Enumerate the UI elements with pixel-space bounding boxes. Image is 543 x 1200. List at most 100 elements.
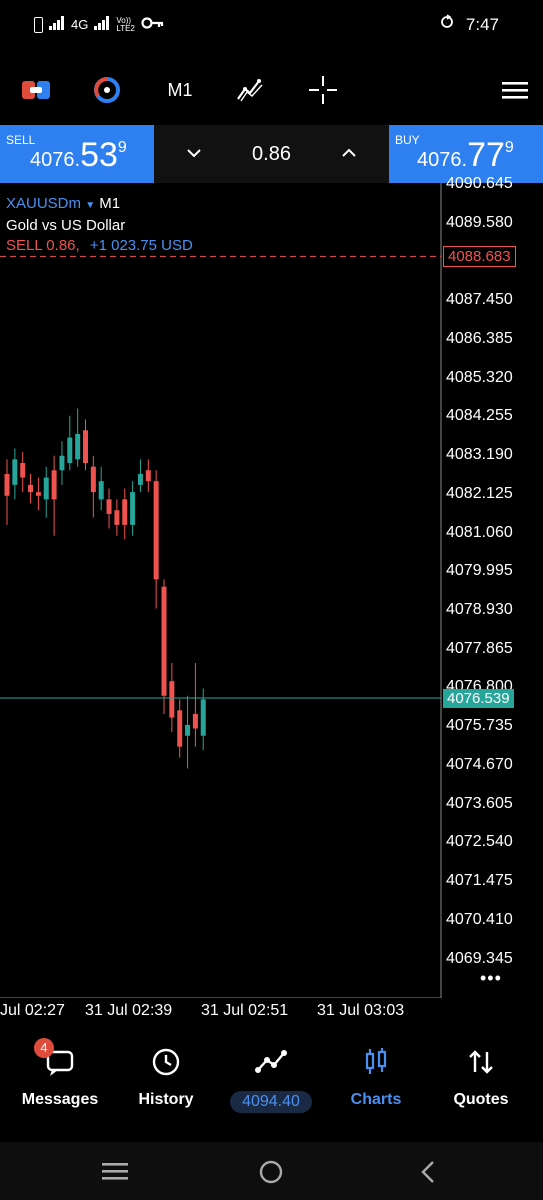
sell-button[interactable]: SELL 4076.539 — [0, 125, 154, 183]
price-axis-label: 4069.345 — [446, 949, 513, 967]
candle-body — [145, 470, 151, 482]
nav-history[interactable]: History — [112, 1046, 220, 1109]
candle-body — [106, 499, 112, 514]
candle-body — [200, 699, 206, 736]
time-label: 31 Jul 02:51 — [201, 1002, 289, 1019]
chart-toolbar: M1 — [0, 62, 543, 116]
nav-messages-label: Messages — [21, 1091, 99, 1108]
price-axis-label: 4081.060 — [446, 523, 513, 541]
candle-body — [137, 473, 143, 485]
one-click-trading-icon[interactable] — [20, 74, 52, 106]
price-axis-label: 4086.385 — [446, 329, 513, 347]
candle-body — [35, 492, 41, 496]
price-axis-label: 4085.320 — [446, 368, 513, 386]
candle-body — [28, 484, 34, 493]
indicators-icon[interactable] — [90, 74, 124, 106]
candle-body — [130, 492, 136, 525]
volume-value[interactable]: 0.86 — [252, 143, 291, 166]
price-axis-label: 4087.450 — [446, 291, 513, 309]
buy-price: 4076.779 — [417, 136, 514, 174]
volte-indicator: Vo)) LTE2 — [116, 15, 135, 33]
timeframe-button[interactable]: M1 — [160, 74, 200, 106]
current-price-tag: 4076.539 — [443, 689, 514, 708]
chart-info: XAUUSDm ▼ M1 Gold vs US Dollar SELL 0.86… — [6, 194, 193, 256]
network-type: 4G — [71, 17, 89, 32]
recent-apps-icon[interactable] — [102, 1161, 128, 1186]
candle-body — [75, 433, 81, 460]
status-left: 4G Vo)) LTE2 — [34, 16, 165, 33]
nav-charts[interactable]: Charts — [322, 1046, 430, 1109]
position-price-tag: 4088.683 — [443, 246, 516, 267]
messages-badge: 4 — [34, 1038, 54, 1058]
sync-icon — [440, 14, 454, 35]
candle-body — [185, 724, 191, 736]
symbol-name[interactable]: XAUUSDm — [6, 195, 81, 212]
quotes-icon — [465, 1050, 497, 1082]
bottom-navigation: 4 Messages History 4094.40 Charts Quotes — [0, 1032, 543, 1142]
price-axis-label: 4071.475 — [446, 872, 513, 890]
more-options-icon[interactable]: ••• — [480, 968, 502, 989]
home-icon[interactable] — [258, 1159, 284, 1190]
sell-price: 4076.539 — [30, 136, 127, 174]
symbol-dropdown-icon[interactable]: ▼ — [85, 200, 95, 211]
buy-label: BUY — [395, 133, 420, 147]
volume-decrease-button[interactable] — [186, 145, 202, 163]
candle-body — [83, 430, 88, 464]
charts-icon — [360, 1048, 392, 1082]
status-right: 7:47 — [440, 14, 499, 35]
price-axis-label: 4074.670 — [446, 755, 513, 773]
candle-body — [169, 681, 175, 718]
candle-body — [90, 466, 96, 493]
candle-body — [59, 455, 65, 471]
nav-history-label: History — [138, 1091, 194, 1108]
price-axis-label: 4084.255 — [446, 407, 513, 425]
volume-control: 0.86 — [154, 125, 389, 183]
equity-value: 4094.40 — [230, 1091, 312, 1113]
candle-body — [98, 481, 104, 500]
time-label: 31 Jul 02:39 — [85, 1002, 173, 1019]
objects-icon[interactable] — [232, 74, 268, 106]
price-axis-label: 4082.125 — [446, 484, 513, 502]
candle-body — [67, 437, 73, 464]
nav-charts-label: Charts — [350, 1091, 402, 1108]
volume-increase-button[interactable] — [341, 145, 357, 163]
history-icon — [150, 1048, 182, 1082]
nav-quotes-label: Quotes — [453, 1091, 509, 1108]
nav-trade[interactable]: 4094.40 — [217, 1046, 325, 1113]
nav-quotes[interactable]: Quotes — [427, 1046, 535, 1109]
time-label: 31 Jul 03:03 — [317, 1002, 405, 1019]
price-axis-label: 4075.735 — [446, 717, 513, 735]
position-profit: +1 023.75 USD — [89, 237, 193, 254]
candle-body — [20, 463, 26, 478]
position-side: SELL 0.86, — [6, 237, 80, 254]
symbol-description: Gold vs US Dollar — [6, 217, 126, 234]
menu-icon[interactable] — [498, 74, 532, 106]
candle-body — [161, 586, 167, 696]
price-axis-label: 4070.410 — [446, 910, 513, 928]
candle-body — [114, 510, 120, 525]
price-axis-label: 4089.580 — [446, 213, 513, 231]
trade-icon — [255, 1050, 287, 1082]
candle-body — [153, 481, 159, 580]
price-axis-label: 4079.995 — [446, 562, 513, 580]
nav-messages[interactable]: 4 Messages — [6, 1038, 114, 1109]
price-axis-label: 4073.605 — [446, 794, 513, 812]
price-axis-label: 4078.930 — [446, 601, 513, 619]
price-axis-label: 4083.190 — [446, 446, 513, 464]
candle-body — [122, 499, 128, 525]
candle-body — [192, 713, 198, 729]
back-icon[interactable] — [418, 1159, 438, 1190]
price-axis-label: 4072.540 — [446, 833, 513, 851]
signal-icon — [49, 16, 65, 33]
key-icon — [141, 16, 165, 33]
candle-body — [4, 473, 10, 496]
system-navigation-bar — [0, 1142, 543, 1200]
crosshair-icon[interactable] — [306, 74, 340, 106]
status-bar: 4G Vo)) LTE2 7:47 — [0, 0, 543, 50]
price-axis-label: 4077.865 — [446, 639, 513, 657]
candle-body — [177, 710, 183, 747]
time-label: Jul 02:27 — [0, 1002, 65, 1019]
signal-icon-2 — [94, 16, 110, 33]
candle-body — [51, 470, 57, 500]
candle-body — [12, 459, 18, 485]
